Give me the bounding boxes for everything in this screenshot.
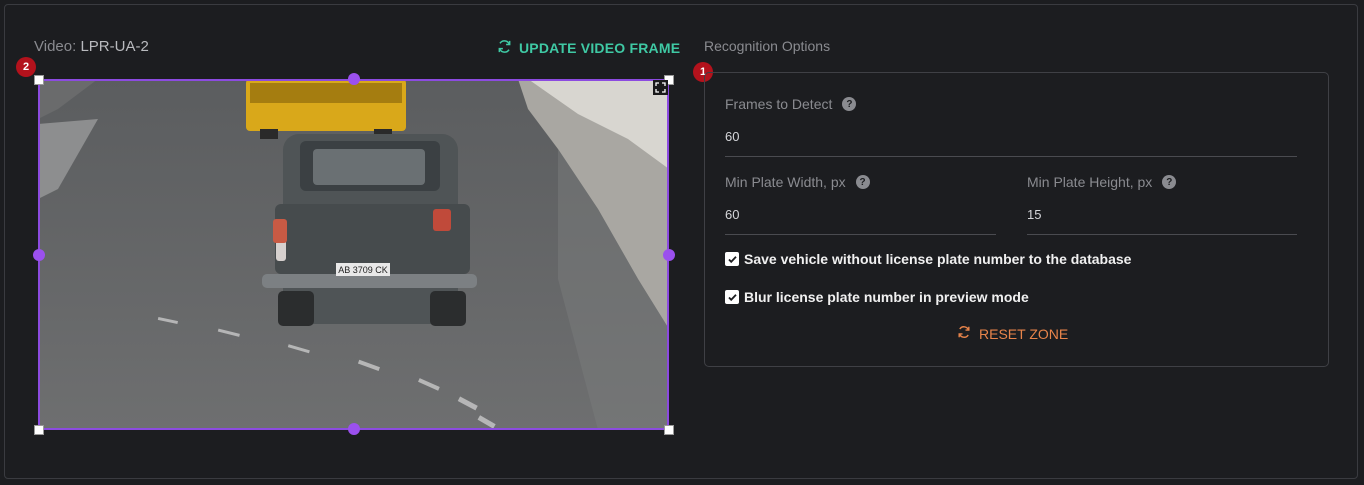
blur-plate-checkbox-row[interactable]: Blur license plate number in preview mod… xyxy=(725,289,1029,305)
refresh-icon xyxy=(957,325,971,342)
min-plate-height-input[interactable]: 15 xyxy=(1027,207,1297,235)
video-name: LPR-UA-2 xyxy=(80,38,149,55)
video-label: Video: LPR-UA-2 xyxy=(34,38,149,55)
refresh-icon xyxy=(497,39,512,57)
zone-handle-top-left[interactable] xyxy=(34,75,44,85)
video-frame: AB 3709 CK xyxy=(38,79,669,430)
video-label-prefix: Video: xyxy=(34,38,77,55)
min-plate-width-input[interactable]: 60 xyxy=(725,207,996,235)
help-icon[interactable]: ? xyxy=(1162,175,1177,189)
frames-to-detect-label: Frames to Detect xyxy=(725,96,833,112)
update-video-frame-label: UPDATE VIDEO FRAME xyxy=(519,40,681,56)
save-without-plate-label: Save vehicle without license plate numbe… xyxy=(744,251,1132,267)
zone-handle-top[interactable] xyxy=(348,73,360,85)
zone-handle-bottom-right[interactable] xyxy=(664,425,674,435)
check-icon xyxy=(727,293,737,301)
save-without-plate-checkbox-row[interactable]: Save vehicle without license plate numbe… xyxy=(725,251,1131,267)
help-icon[interactable]: ? xyxy=(855,175,870,189)
min-plate-width-label: Min Plate Width, px xyxy=(725,174,846,190)
check-icon xyxy=(727,255,737,263)
zone-handle-right[interactable] xyxy=(663,249,675,261)
zone-handle-bottom[interactable] xyxy=(348,423,360,435)
blur-plate-label: Blur license plate number in preview mod… xyxy=(744,289,1029,305)
save-without-plate-checkbox[interactable] xyxy=(725,252,739,266)
zone-handle-bottom-left[interactable] xyxy=(34,425,44,435)
help-icon[interactable]: ? xyxy=(842,97,857,111)
frames-to-detect-input[interactable]: 60 xyxy=(725,129,1297,157)
recognition-options-title: Recognition Options xyxy=(704,38,831,54)
reset-zone-button[interactable]: RESET ZONE xyxy=(957,325,1068,342)
min-plate-height-label: Min Plate Height, px xyxy=(1027,174,1153,190)
fullscreen-button[interactable] xyxy=(653,80,668,95)
frames-to-detect-field[interactable]: Frames to Detect ? 60 xyxy=(725,96,1297,157)
min-plate-width-field[interactable]: Min Plate Width, px ? 60 xyxy=(725,174,996,235)
zone-step-badge: 2 xyxy=(16,57,36,77)
reset-zone-label: RESET ZONE xyxy=(979,325,1069,342)
blur-plate-checkbox[interactable] xyxy=(725,290,739,304)
update-video-frame-button[interactable]: UPDATE VIDEO FRAME xyxy=(497,39,680,57)
license-plate-text: AB 3709 CK xyxy=(338,265,388,275)
fullscreen-icon xyxy=(655,82,666,93)
zone-handle-left[interactable] xyxy=(33,249,45,261)
min-plate-height-field[interactable]: Min Plate Height, px ? 15 xyxy=(1027,174,1297,235)
